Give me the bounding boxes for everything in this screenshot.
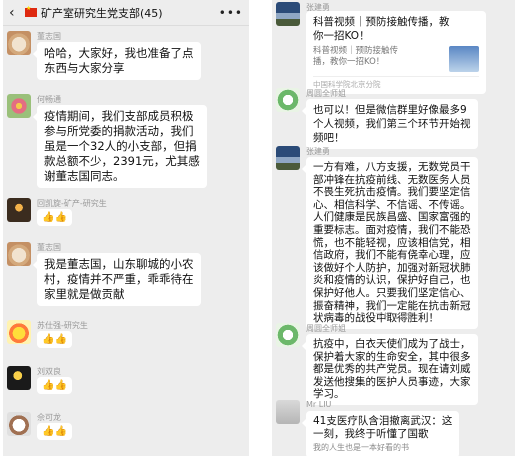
message-bubble[interactable]: 疫情期间，我们支部成员积极 参与所党委的捐款活动，我们 虽是一个32人的小支部，… (33, 105, 207, 188)
sender-name: 周圆全师姐 (306, 89, 346, 98)
thumbs-up-icon[interactable]: 👍👍 (37, 377, 72, 394)
message: 周圆全师姐 也可以！但是微信群里好像最多9 个人视频，我们第三个环节开始视 频吧… (276, 88, 511, 149)
message: 苏仕强-研究生 👍👍 (7, 320, 245, 358)
left-chat-window: ‹ 矿产室研究生党支部(45) ••• 董志国 哈哈，大家好，我也准备了点 东西… (3, 0, 249, 456)
message: 回凯旋-矿产-研究生 👍👍 (7, 198, 245, 236)
message: 周圆全师姐 抗疫中，白衣天使们成为了战士， 保护着大家的生命安全，其中很多 都是… (276, 323, 511, 405)
chat-title: 矿产室研究生党支部(45) (41, 6, 163, 20)
sender-name: 回凯旋-矿产-研究生 (37, 199, 107, 208)
time-divider: 下午 1:05 (375, 312, 412, 321)
message: 董志国 我是董志国，山东聊城的小农 村，疫情并不严重，乖乖待在 家里就是做贡献 (7, 242, 245, 317)
avatar[interactable] (7, 366, 31, 390)
thumbs-up-icon[interactable]: 👍👍 (37, 209, 72, 226)
avatar[interactable] (7, 320, 31, 344)
sender-name: 刘双良 (37, 367, 61, 376)
sender-name: 周圆全师姐 (306, 324, 346, 333)
message: 张建勇 一方有难，八方支援，无数党员干 部冲锋在抗疫前线、无数医务人员 不畏生死… (276, 146, 511, 329)
message: 何畅通 疫情期间，我们支部成员积极 参与所党委的捐款活动，我们 虽是一个32人的… (7, 94, 245, 189)
back-arrow-icon[interactable]: ‹ (9, 5, 25, 21)
message: 佘可龙 👍👍 (7, 412, 245, 450)
avatar[interactable] (7, 198, 31, 222)
card-title: 科普视频｜预防接触传播，教 (313, 16, 450, 28)
message: Mr LIU 41支医疗队含泪撤离武汉：这 一刻，我终于听懂了国歌 我的人生也是… (276, 400, 511, 456)
avatar[interactable] (276, 2, 300, 26)
shared-link-card[interactable]: 科普视频｜预防接触传播，教 你一招KO！ 科普视频｜预防接触传 播，教你一招KO… (306, 11, 486, 94)
card-thumbnail (449, 46, 479, 72)
message-bubble[interactable]: 一方有难，八方支援，无数党员干 部冲锋在抗疫前线、无数医务人员 不畏生死抗击疫情… (302, 157, 478, 329)
card-description: 科普视频｜预防接触传 (313, 46, 399, 56)
message-bubble[interactable]: 也可以！但是微信群里好像最多9 个人视频，我们第三个环节开始视 频吧！ (302, 99, 478, 149)
avatar[interactable] (276, 323, 300, 347)
flag-icon (25, 5, 37, 17)
message-bubble[interactable]: 我是董志国，山东聊城的小农 村，疫情并不严重，乖乖待在 家里就是做贡献 (33, 253, 201, 306)
message: 董志国 哈哈，大家好，我也准备了点 东西与大家分享 (7, 31, 245, 91)
right-chat-window: 张建勇 科普视频｜预防接触传播，教 你一招KO！ 科普视频｜预防接触传 播，教你… (272, 0, 515, 456)
sender-name: 何畅通 (37, 95, 61, 104)
chat-header: ‹ 矿产室研究生党支部(45) ••• (3, 0, 249, 26)
message-bubble[interactable]: 哈哈，大家好，我也准备了点 东西与大家分享 (33, 42, 201, 80)
avatar[interactable] (276, 146, 300, 170)
avatar[interactable] (7, 412, 31, 436)
message: 张建勇 科普视频｜预防接触传播，教 你一招KO！ 科普视频｜预防接触传 播，教你… (276, 2, 511, 94)
message: 刘双良 👍👍 (7, 366, 245, 404)
sender-name: Mr LIU (306, 400, 332, 409)
sender-name: 佘可龙 (37, 413, 61, 422)
message-bubble[interactable]: 抗疫中，白衣天使们成为了战士， 保护着大家的生命安全，其中很多 都是优秀的共产党… (302, 334, 478, 405)
message-bubble[interactable]: 41支医疗队含泪撤离武汉：这 一刻，我终于听懂了国歌 我的人生也是一本好看的书 (301, 411, 460, 456)
thumbs-up-icon[interactable]: 👍👍 (37, 331, 72, 348)
card-body: 科普视频｜预防接触传 播，教你一招KO！ (313, 46, 479, 72)
more-dots-icon[interactable]: ••• (219, 6, 243, 20)
sender-name: 董志国 (37, 243, 61, 252)
thumbs-up-icon[interactable]: 👍👍 (37, 423, 72, 440)
avatar[interactable] (7, 94, 31, 118)
avatar[interactable] (276, 400, 300, 424)
sender-name: 董志国 (37, 32, 61, 41)
card-title: 你一招KO！ (313, 30, 370, 42)
avatar[interactable] (7, 31, 31, 55)
sender-name: 张建勇 (306, 147, 330, 156)
avatar[interactable] (7, 242, 31, 266)
avatar[interactable] (276, 88, 300, 112)
sender-name: 苏仕强-研究生 (37, 321, 88, 330)
card-description: 播，教你一招KO！ (313, 57, 385, 67)
